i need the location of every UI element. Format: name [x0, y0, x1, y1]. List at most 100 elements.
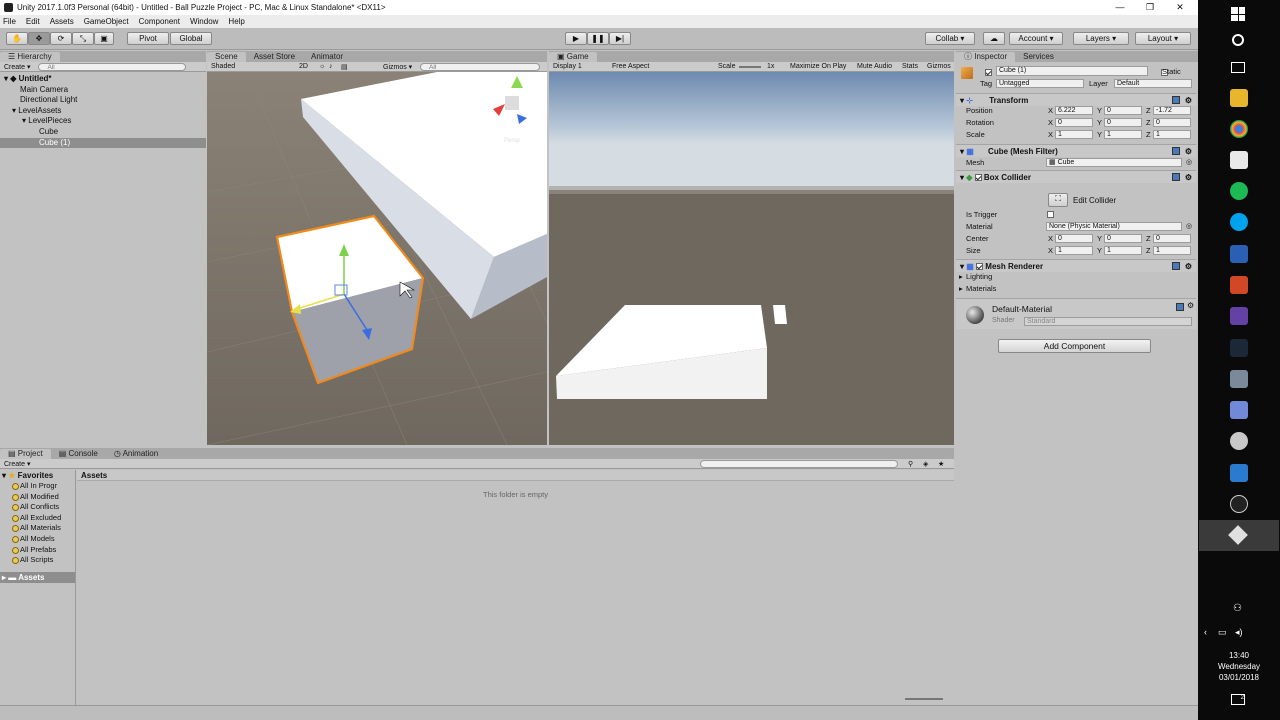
- scale-slider[interactable]: [739, 66, 761, 68]
- global-button[interactable]: Global: [170, 32, 212, 45]
- icon-size-slider[interactable]: [905, 698, 943, 700]
- size-z-field[interactable]: 1: [1153, 246, 1191, 255]
- tray-chevron-icon[interactable]: ‹: [1204, 627, 1207, 637]
- shader-dropdown[interactable]: Standard: [1024, 317, 1192, 326]
- help-icon[interactable]: [1172, 147, 1180, 155]
- box-collider-enabled-checkbox[interactable]: [974, 174, 982, 182]
- project-search[interactable]: [700, 460, 898, 468]
- tab-console[interactable]: ▤ Console: [51, 449, 106, 459]
- move-tool-icon[interactable]: ✥: [28, 32, 50, 45]
- fav-all-modified[interactable]: All Modified: [0, 492, 75, 503]
- menu-gameobject[interactable]: GameObject: [84, 17, 129, 26]
- menu-window[interactable]: Window: [190, 17, 218, 26]
- tab-project[interactable]: ▤ Project: [0, 449, 51, 459]
- chrome-icon[interactable]: [1230, 120, 1248, 138]
- spotify-icon[interactable]: [1230, 182, 1248, 200]
- task-view-icon[interactable]: [1231, 62, 1245, 73]
- close-icon[interactable]: ✕: [1166, 0, 1194, 15]
- help-icon[interactable]: [1172, 173, 1180, 181]
- app-icon[interactable]: [1230, 464, 1248, 482]
- rotate-tool-icon[interactable]: ⟳: [50, 32, 72, 45]
- scale-tool-icon[interactable]: ⤡: [72, 32, 94, 45]
- hierarchy-create[interactable]: Create ▾: [4, 63, 30, 71]
- rect-tool-icon[interactable]: ▣: [94, 32, 114, 45]
- physic-material-field[interactable]: None (Physic Material): [1046, 222, 1182, 231]
- menu-help[interactable]: Help: [228, 17, 244, 26]
- windows-start-icon[interactable]: [1231, 7, 1245, 21]
- tag-dropdown[interactable]: Untagged: [996, 79, 1084, 88]
- object-picker-icon[interactable]: ◎: [1186, 221, 1192, 233]
- filter-label-icon[interactable]: ◈: [923, 460, 928, 468]
- step-button[interactable]: ▶|: [609, 32, 631, 45]
- twitch-icon[interactable]: [1230, 307, 1248, 325]
- edit-collider-icon[interactable]: ⛶: [1048, 193, 1068, 207]
- add-component-button[interactable]: Add Component: [998, 339, 1151, 353]
- is-trigger-checkbox[interactable]: [1047, 211, 1054, 218]
- help-icon[interactable]: [1172, 262, 1180, 270]
- favorites-header[interactable]: ▾ ★ Favorites: [0, 470, 75, 481]
- minimize-icon[interactable]: —: [1106, 0, 1134, 15]
- tab-scene[interactable]: Scene: [207, 52, 246, 62]
- box-collider-header[interactable]: ▾ ◆ Box Collider ⚙: [956, 170, 1196, 183]
- game-gizmos-toggle[interactable]: Gizmos: [927, 63, 951, 70]
- tab-hierarchy[interactable]: ☰ Hierarchy: [0, 52, 60, 62]
- pivot-button[interactable]: Pivot: [127, 32, 169, 45]
- shaded-dropdown[interactable]: Shaded: [211, 63, 235, 70]
- assets-breadcrumb[interactable]: Assets: [77, 470, 954, 481]
- object-picker-icon[interactable]: ◎: [1186, 157, 1192, 169]
- rotation-z-field[interactable]: 0: [1153, 118, 1191, 127]
- account-dropdown[interactable]: Account ▾: [1009, 32, 1063, 45]
- clock[interactable]: 13:40 Wednesday 03/01/2018: [1199, 650, 1279, 683]
- menu-assets[interactable]: Assets: [50, 17, 74, 26]
- settings-gear-icon[interactable]: ⚙: [1185, 171, 1192, 184]
- fav-all-in-progress[interactable]: All In Progr: [0, 481, 75, 492]
- layer-dropdown[interactable]: Default: [1114, 79, 1192, 88]
- active-checkbox[interactable]: [985, 69, 992, 77]
- scene-search[interactable]: All: [420, 62, 540, 71]
- center-x-field[interactable]: 0: [1055, 234, 1093, 243]
- tab-animator[interactable]: Animator: [303, 52, 351, 62]
- fav-all-prefabs[interactable]: All Prefabs: [0, 545, 75, 556]
- display-dropdown[interactable]: Display 1: [553, 63, 582, 70]
- mail-icon[interactable]: [1230, 151, 1248, 169]
- tab-animation[interactable]: ◷ Animation: [106, 449, 166, 459]
- center-y-field[interactable]: 0: [1104, 234, 1142, 243]
- filter-type-icon[interactable]: ⚲: [908, 460, 913, 468]
- help-icon[interactable]: [1172, 96, 1180, 104]
- skype-icon[interactable]: [1230, 213, 1248, 231]
- network-icon[interactable]: ▭: [1218, 627, 1227, 638]
- center-z-field[interactable]: 0: [1153, 234, 1191, 243]
- hierarchy-item-cube[interactable]: Cube: [0, 127, 206, 138]
- collab-button[interactable]: Collab ▾: [925, 32, 975, 45]
- file-explorer-icon[interactable]: [1230, 89, 1248, 107]
- app-icon[interactable]: [1230, 432, 1248, 450]
- rotation-y-field[interactable]: 0: [1104, 118, 1142, 127]
- lighting-foldout[interactable]: ▸ Lighting: [956, 271, 1196, 283]
- lighting-toggle-icon[interactable]: ☼: [319, 63, 325, 70]
- tab-game[interactable]: ▣ Game: [549, 52, 597, 62]
- size-x-field[interactable]: 1: [1055, 246, 1093, 255]
- app-icon[interactable]: [1230, 370, 1248, 388]
- effects-toggle-icon[interactable]: ▤: [341, 63, 348, 71]
- object-name-field[interactable]: Cube (1): [996, 66, 1148, 76]
- restore-icon[interactable]: ❐: [1136, 0, 1164, 15]
- fav-all-scripts[interactable]: All Scripts: [0, 555, 75, 566]
- project-create[interactable]: Create ▾: [4, 460, 30, 468]
- gizmos-dropdown[interactable]: Gizmos ▾: [383, 63, 412, 71]
- tab-services[interactable]: Services: [1015, 52, 1062, 62]
- fav-all-conflicts[interactable]: All Conflicts: [0, 502, 75, 513]
- scene-viewport[interactable]: Persp: [207, 72, 547, 445]
- audio-toggle-icon[interactable]: ♪: [329, 63, 333, 70]
- game-viewport[interactable]: [549, 72, 954, 445]
- powerpoint-icon[interactable]: [1230, 276, 1248, 294]
- layers-dropdown[interactable]: Layers ▾: [1073, 32, 1129, 45]
- position-x-field[interactable]: 6.222: [1055, 106, 1093, 115]
- mesh-field[interactable]: ▦ Cube: [1046, 158, 1182, 167]
- material-section[interactable]: Default-Material Shader Standard ⚙: [956, 298, 1196, 329]
- steam-icon[interactable]: [1230, 339, 1248, 357]
- position-y-field[interactable]: 0: [1104, 106, 1142, 115]
- rotation-x-field[interactable]: 0: [1055, 118, 1093, 127]
- hierarchy-item-directional-light[interactable]: Directional Light: [0, 95, 206, 106]
- settings-gear-icon[interactable]: ⚙: [1187, 301, 1194, 310]
- stats-toggle[interactable]: Stats: [902, 63, 918, 70]
